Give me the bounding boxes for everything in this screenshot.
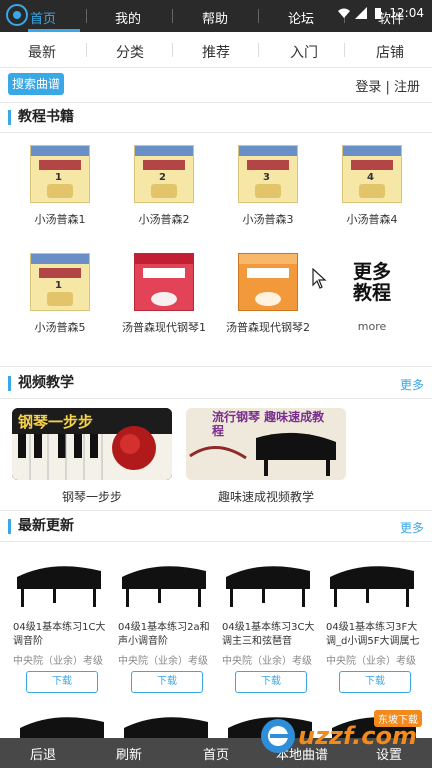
top-tab-mine[interactable]: 我的 [115,8,141,27]
book-cover-image: 1 [30,145,90,203]
video-label[interactable]: 趣味速成视频教学 [186,488,346,505]
score-title: 04级1基本练习2a和声小调音阶 [118,622,210,647]
divider [0,102,432,103]
watermark-logo: uzzf.com 东坡下载 [258,708,430,764]
book-label: 小汤普森1 [34,213,86,226]
divider [172,43,173,57]
top-nav-bar: 首页 我的 帮助 论坛 软件 12:04 [0,0,432,32]
download-button[interactable]: 下载 [131,671,203,693]
more-tile-line1: 更多 [352,261,391,283]
download-button[interactable]: 下载 [339,671,411,693]
divider [0,132,432,133]
subtab-latest[interactable]: 最新 [28,42,56,62]
subtab-category[interactable]: 分类 [116,42,144,62]
video-thumbnail-fun-course[interactable]: 流行钢琴 趣味速成教程 [186,408,346,480]
book-label: 小汤普森3 [242,213,294,226]
book-item[interactable]: 3 小汤普森3 [216,145,320,227]
book-cover-image: 2 [134,145,194,203]
divider [86,9,87,23]
book-label: 小汤普森4 [346,213,398,226]
wifi-icon [338,8,351,18]
clock: 12:04 [389,6,424,20]
download-button[interactable]: 下载 [235,671,307,693]
subtab-recommend[interactable]: 推荐 [202,42,230,62]
book-cover-image: 1 [30,253,90,311]
search-score-button[interactable]: 搜索曲谱 [8,73,64,95]
more-tile-line2: 教程 [352,282,391,304]
book-item[interactable]: 汤普森现代钢琴2 [216,253,320,335]
watermark-e-icon [261,719,295,753]
divider [86,43,87,57]
score-subtitle: 中央院（业余）考级 [118,656,208,667]
books-section-title: 教程书籍 [8,110,74,125]
sub-tab-bar: 最新 分类 推荐 入门 店铺 [0,32,432,68]
score-title: 04级1基本练习3F大调_d小调5F大调属七 [326,622,420,647]
video-thumbnail-piano-step[interactable]: 钢琴一步步 [12,408,172,480]
divider [258,9,259,23]
app-logo-icon[interactable] [6,4,28,26]
more-books-label[interactable]: more [346,320,398,333]
book-cover-image: 4 [342,145,402,203]
grand-piano-image [122,566,206,607]
top-tab-home[interactable]: 首页 [30,8,56,27]
battery-icon [375,8,382,19]
score-item[interactable]: 04级1基本练习3F大调_d小调5F大调属七 中央院（业余）考级 下载 [326,555,424,693]
book-label: 小汤普森5 [34,321,86,334]
divider [0,510,432,511]
divider [0,366,432,367]
score-subtitle: 中央院（业余）考级 [326,656,416,667]
book-cover-image [238,253,298,311]
book-item[interactable]: 汤普森现代钢琴1 [112,253,216,335]
top-tab-forum[interactable]: 论坛 [288,8,314,27]
grand-piano-image [17,566,101,607]
score-title: 04级1基本练习3C大调主三和弦琶音 [222,622,315,647]
grand-piano-image [330,566,414,607]
back-button[interactable]: 后退 [30,744,56,763]
book-cover-image [134,253,194,311]
home-button[interactable]: 首页 [203,744,229,763]
book-item[interactable]: 2 小汤普森2 [112,145,216,227]
grand-piano-image [20,717,104,738]
book-label: 汤普森现代钢琴2 [226,321,310,334]
login-register-link[interactable]: 登录 | 注册 [355,76,420,95]
more-books-tile[interactable]: 更多 教程 [346,262,398,304]
divider [0,398,432,399]
book-item[interactable]: 4 小汤普森4 [320,145,424,227]
divider [0,541,432,542]
video-more-link[interactable]: 更多 [400,376,424,393]
latest-section-title: 最新更新 [8,519,74,534]
video-banner-text: 流行钢琴 趣味速成教程 [212,410,325,438]
book-item[interactable]: 1 小汤普森5 [8,253,112,335]
divider [344,43,345,57]
grand-piano-image [226,566,310,607]
refresh-button[interactable]: 刷新 [116,744,142,763]
score-title: 04级1基本练习1C大调音阶 [13,622,106,647]
video-banner-text: 钢琴一步步 [18,413,94,431]
score-subtitle: 中央院（业余）考级 [222,656,312,667]
download-button[interactable]: 下载 [26,671,98,693]
score-item[interactable]: 04级1基本练习3C大调主三和弦琶音 中央院（业余）考级 下载 [222,555,320,693]
watermark-badge: 东坡下载 [374,710,422,727]
book-label: 汤普森现代钢琴1 [122,321,206,334]
mouse-cursor-icon [312,268,327,289]
book-cover-image: 3 [238,145,298,203]
top-tab-help[interactable]: 帮助 [202,8,228,27]
subtab-beginner[interactable]: 入门 [290,42,318,62]
score-item[interactable]: 04级1基本练习1C大调音阶 中央院（业余）考级 下载 [13,555,111,693]
video-label[interactable]: 钢琴一步步 [12,488,172,505]
grand-piano-image [124,717,208,738]
video-section-title: 视频教学 [8,376,74,391]
subtab-store[interactable]: 店铺 [376,42,404,62]
score-item[interactable]: 04级1基本练习2a和声小调音阶 中央院（业余）考级 下载 [118,555,216,693]
status-bar: 12:04 [338,6,424,20]
latest-more-link[interactable]: 更多 [400,519,424,536]
book-label: 小汤普森2 [138,213,190,226]
divider [172,9,173,23]
score-subtitle: 中央院（业余）考级 [13,656,103,667]
signal-icon [355,7,368,19]
book-item[interactable]: 1 小汤普森1 [8,145,112,227]
divider [258,43,259,57]
